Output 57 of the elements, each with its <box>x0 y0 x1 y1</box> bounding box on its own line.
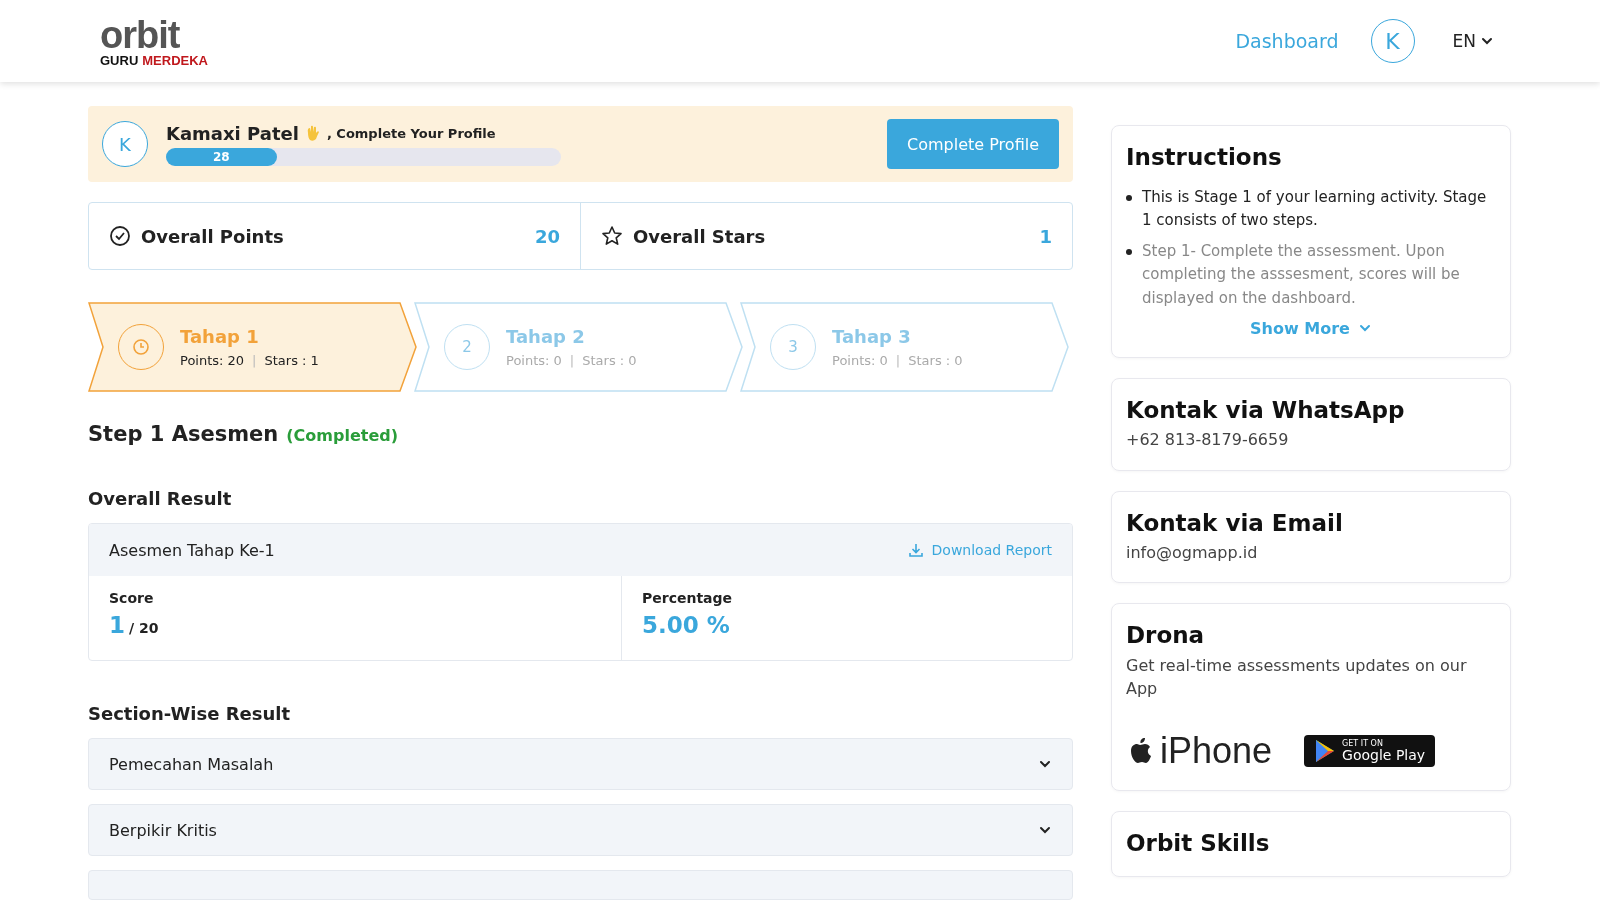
instruction-text: Step 1- Complete the assessment. Upon completing the asssesment, scores will be displayed on the dashboard. <box>1142 241 1461 309</box>
section-accordion[interactable]: Pemecahan Masalah <box>88 738 1073 790</box>
stat-label: Overall Points <box>141 225 285 247</box>
contact-info: info@ogmapp.id <box>1126 542 1259 565</box>
card-title: Instructions <box>1126 144 1283 172</box>
stage-points: Points: 0 <box>506 353 562 368</box>
language-selector[interactable]: EN <box>1446 30 1500 52</box>
section-accordion[interactable]: Berpikir Kritis <box>88 804 1073 856</box>
score-label: Score <box>109 590 155 606</box>
download-icon <box>907 542 924 558</box>
stat-value: 20 <box>534 225 560 247</box>
stage-stars: Stars : 0 <box>908 353 963 368</box>
stage-title: Tahap 1 <box>180 326 260 347</box>
card-title: Drona <box>1126 622 1206 650</box>
instruction-text: This is Stage 1 of your learning activity. Stage 1 consists of two steps. <box>1142 186 1488 231</box>
stage-stars: Stars : 1 <box>264 353 319 368</box>
section-heading: Section-Wise Result <box>88 703 292 724</box>
score-value: 1 <box>109 612 125 638</box>
card-title: Orbit Skills <box>1126 830 1271 858</box>
card-text: Get real-time assessments updates on our App <box>1126 655 1468 701</box>
section-accordion[interactable] <box>88 870 1073 900</box>
iphone-badge[interactable]: iPhone <box>1126 730 1273 773</box>
stage-title: Tahap 2 <box>506 326 586 347</box>
percentage-value: 5.00 % <box>642 612 731 638</box>
stat-value: 1 <box>1039 225 1052 247</box>
divider: | <box>895 353 901 368</box>
download-report-link[interactable]: Download Report <box>907 542 1052 558</box>
percentage-label: Percentage <box>642 590 734 606</box>
dashboard-link[interactable]: Dashboard <box>1235 30 1339 52</box>
assessment-title: Asesmen Tahap Ke-1 <box>109 540 275 560</box>
step-status: (Completed) <box>286 426 399 445</box>
contact-info: +62 813-8179-6659 <box>1126 429 1290 452</box>
divider: | <box>252 353 257 368</box>
complete-profile-button[interactable]: Complete Profile <box>887 119 1059 169</box>
stage-title: Tahap 3 <box>832 326 912 347</box>
section-heading: Overall Result <box>88 488 233 509</box>
check-circle-icon <box>109 225 131 247</box>
logo: orbit GURU MERDEKA <box>100 15 208 67</box>
profile-prompt: , Complete Your Profile <box>326 125 496 141</box>
star-icon <box>601 225 623 247</box>
stage-points: Points: 0 <box>832 353 888 368</box>
profile-avatar: K <box>102 121 148 167</box>
stage-stars: Stars : 0 <box>582 353 637 368</box>
stage-points: Points: 20 <box>180 353 245 368</box>
stage-tab[interactable]: 3 Tahap 3 Points: 0 | Stars : 0 <box>740 302 1070 392</box>
card-title: Kontak via Email <box>1126 509 1344 538</box>
score-total: / 20 <box>129 620 159 636</box>
progress-label: 28 <box>212 149 230 164</box>
divider: | <box>569 353 575 368</box>
stat-label: Overall Stars <box>633 225 767 247</box>
stage-tab[interactable]: Tahap 1 Points: 20 | Stars : 1 <box>88 302 418 392</box>
user-name: Kamaxi Patel <box>166 122 299 144</box>
show-more-button[interactable]: Show More <box>1126 317 1496 339</box>
google-play-badge[interactable]: GET IT ON Google Play <box>1304 735 1436 768</box>
step-title: Step 1 Asesmen <box>88 422 279 446</box>
stage-tab[interactable]: 2 Tahap 2 Points: 0 | Stars : 0 <box>414 302 744 392</box>
card-title: Kontak via WhatsApp <box>1126 396 1406 425</box>
